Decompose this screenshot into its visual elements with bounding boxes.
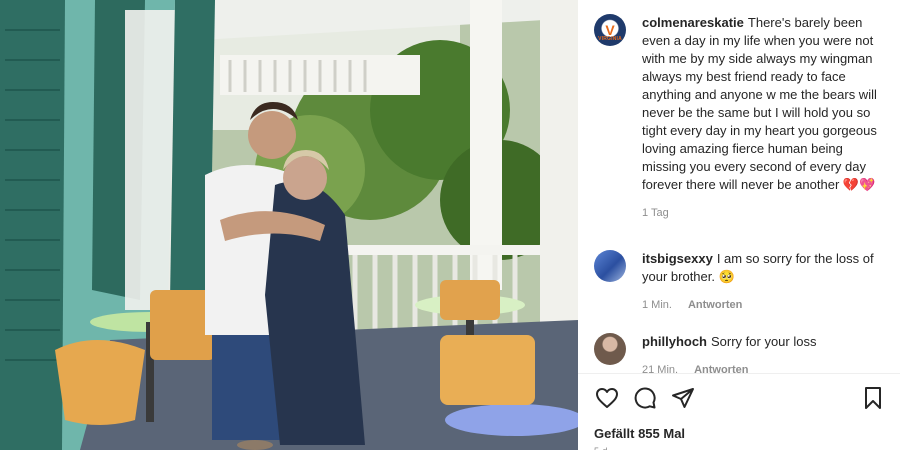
comment-icon[interactable]: [632, 385, 658, 411]
caption-text: There's barely been even a day in my lif…: [642, 15, 877, 192]
heart-icon[interactable]: [594, 385, 620, 411]
reply-button[interactable]: Antworten: [688, 296, 742, 314]
photo-scene: [0, 0, 578, 450]
post-date: 5 d: [594, 446, 608, 450]
bookmark-icon[interactable]: [860, 385, 886, 411]
paper-plane-icon[interactable]: [670, 385, 696, 411]
comment-meta: 21 Min. Antworten: [642, 361, 886, 379]
caption-time[interactable]: 1 Tag: [642, 204, 669, 222]
comment-body: itsbigsexxy I am so sorry for the loss of…: [642, 250, 886, 314]
caption-body: colmenareskatie There's barely been even …: [642, 14, 886, 222]
comments-panel: V VIRGINIA colmenareskatie There's barely…: [578, 0, 900, 450]
avatar[interactable]: [594, 250, 626, 282]
comment-meta: 1 Min. Antworten: [642, 296, 886, 314]
comment-item: itsbigsexxy I am so sorry for the loss of…: [594, 250, 886, 314]
comment-username[interactable]: phillyhoch: [642, 334, 707, 349]
avatar-logo-text: VIRGINIA: [598, 36, 622, 42]
likes-count[interactable]: Gefällt 855 Mal: [594, 426, 685, 441]
post-photo[interactable]: [0, 0, 578, 450]
caption-meta: 1 Tag: [642, 204, 886, 222]
action-bar: [594, 385, 886, 411]
comment-username[interactable]: itsbigsexxy: [642, 251, 713, 266]
post-caption: V VIRGINIA colmenareskatie There's barely…: [594, 14, 886, 222]
avatar[interactable]: V VIRGINIA: [594, 14, 626, 46]
actions-divider: [578, 373, 900, 374]
reply-button[interactable]: Antworten: [694, 361, 748, 379]
comment-time[interactable]: 21 Min.: [642, 361, 678, 379]
comment-text: Sorry for your loss: [711, 334, 817, 349]
caption-username[interactable]: colmenareskatie: [642, 15, 744, 30]
avatar[interactable]: [594, 333, 626, 365]
comment-time[interactable]: 1 Min.: [642, 296, 672, 314]
